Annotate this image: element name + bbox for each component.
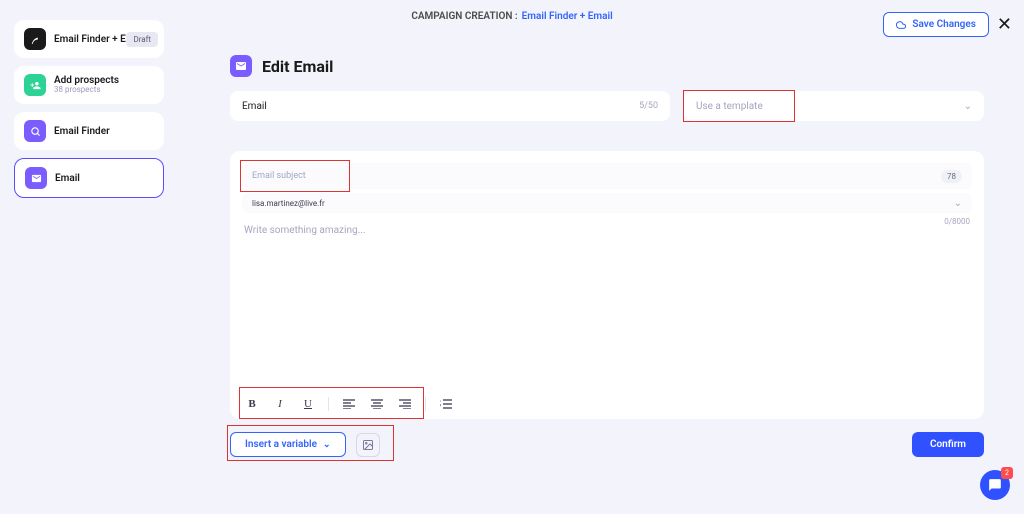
email-body-textarea[interactable]: 0/8000 Write something amazing... (242, 219, 972, 242)
insert-variable-button[interactable]: Insert a variable ⌄ (230, 432, 346, 457)
chat-notification-badge: 2 (1001, 467, 1013, 479)
svg-text:2: 2 (440, 403, 441, 407)
chevron-down-icon: ⌄ (964, 101, 972, 112)
confirm-button[interactable]: Confirm (912, 432, 984, 457)
formatting-toolbar: B I U 12 (244, 397, 454, 411)
body-placeholder: Write something amazing... (244, 225, 366, 236)
save-changes-button[interactable]: Save Changes (883, 12, 989, 37)
body-char-counter: 0/8000 (944, 217, 970, 226)
toolbar-divider (328, 397, 329, 411)
subject-char-badge: 78 (941, 170, 962, 183)
sidebar-item-label: Email (55, 173, 80, 184)
underline-button[interactable]: U (300, 397, 316, 411)
save-changes-label: Save Changes (912, 19, 976, 30)
chevron-down-icon: ⌄ (954, 198, 962, 209)
ordered-list-button[interactable]: 12 (438, 397, 454, 411)
draft-badge: Draft (126, 32, 158, 47)
close-icon[interactable]: ✕ (997, 14, 1012, 35)
leaf-icon (24, 28, 46, 50)
bold-button[interactable]: B (244, 397, 260, 411)
breadcrumb-link[interactable]: Email Finder + Email (522, 11, 613, 22)
sidebar-item-email[interactable]: Email (14, 158, 164, 198)
email-name-input[interactable]: Email 5/50 (230, 91, 670, 121)
sidebar-item-sublabel: 38 prospects (54, 86, 119, 95)
chat-support-button[interactable]: 2 (980, 470, 1010, 500)
email-name-value: Email (242, 101, 267, 112)
sidebar-item-email-finder-email[interactable]: Email Finder + Email Draft (14, 20, 164, 58)
chevron-down-icon: ⌄ (323, 440, 331, 450)
align-right-button[interactable] (397, 397, 413, 411)
sidebar-item-label: Email Finder (54, 126, 110, 137)
breadcrumb-prefix: CAMPAIGN CREATION : (411, 11, 517, 22)
cloud-icon (896, 20, 906, 30)
mail-icon (25, 167, 47, 189)
page-title: Edit Email (262, 57, 333, 76)
sidebar-item-add-prospects[interactable]: Add prospects 38 prospects (14, 66, 164, 104)
add-user-icon (24, 74, 46, 96)
sidebar-item-email-finder[interactable]: Email Finder (14, 112, 164, 150)
toolbar-divider (425, 397, 426, 411)
image-icon (362, 439, 374, 451)
sidebar: Email Finder + Email Draft Add prospects… (14, 20, 164, 198)
email-editor-panel: Email subject 78 lisa.martinez@live.fr ⌄… (230, 151, 984, 419)
use-template-select[interactable]: Use a template ⌄ (684, 91, 984, 121)
insert-variable-label: Insert a variable (245, 439, 317, 450)
template-placeholder: Use a template (696, 101, 763, 112)
from-email-select[interactable]: lisa.martinez@live.fr ⌄ (242, 193, 972, 213)
subject-placeholder: Email subject (252, 171, 306, 181)
mail-icon (230, 55, 252, 77)
align-center-button[interactable] (369, 397, 385, 411)
email-name-counter: 5/50 (639, 101, 658, 111)
confirm-label: Confirm (930, 439, 966, 450)
search-icon (24, 120, 46, 142)
chat-icon (988, 478, 1002, 492)
email-subject-input[interactable]: Email subject 78 (242, 163, 972, 189)
from-email-value: lisa.martinez@live.fr (252, 199, 325, 208)
align-left-button[interactable] (341, 397, 357, 411)
preview-button[interactable] (356, 433, 380, 457)
italic-button[interactable]: I (272, 397, 288, 411)
